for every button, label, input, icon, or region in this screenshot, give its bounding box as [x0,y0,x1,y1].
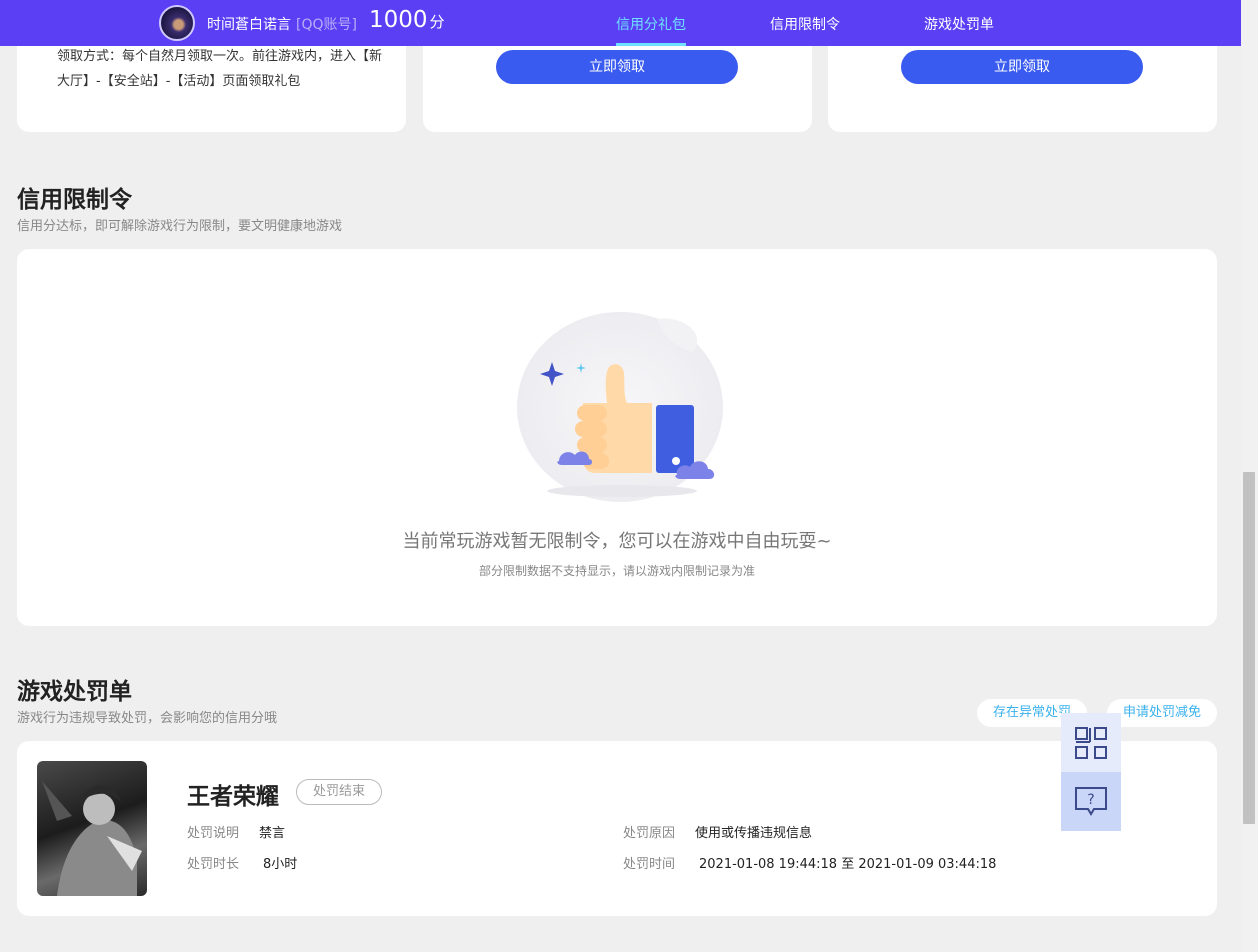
floating-tools: ? [1061,713,1121,831]
user-nickname: 时间蒼白诺言 [207,17,291,33]
empty-restriction-note: 部分限制数据不支持显示，请以游戏内限制记录为准 [478,564,755,578]
qr-code-icon [1075,726,1107,759]
scrollbar-thumb[interactable] [1243,472,1255,824]
thumbs-up-illustration [517,312,723,502]
svg-text:?: ? [1087,792,1094,808]
game-cover-image [37,761,147,896]
appeal-penalty-button[interactable]: 申请处罚减免 [1107,699,1217,727]
credit-score-value: 1000 [369,7,428,33]
tab-credit-gift[interactable]: 信用分礼包 [616,14,686,34]
penalty-desc-label: 处罚说明 [187,826,240,841]
claim-method-text: 领取方式：每个自然月领取一次。前往游戏内，进入【新大厅】-【安全站】-【活动】页… [57,49,383,89]
restriction-section-title: 信用限制令 [17,187,132,213]
penalty-record-card: 王者荣耀 处罚结束 处罚说明 禁言 处罚时长 8小时 处罚原因 使用或传播违规信… [17,741,1217,916]
penalty-section-subtitle: 游戏行为违规导致处罚，会影响您的信用分哦 [17,711,278,726]
penalty-reason-value: 使用或传播违规信息 [695,826,813,841]
account-type-label: [QQ账号] [296,17,357,33]
penalty-desc-value: 禁言 [259,826,286,841]
penalty-duration-label: 处罚时长 [187,857,240,872]
active-tab-underline [616,43,686,46]
help-chat-icon: ? [1075,786,1107,816]
game-name: 王者荣耀 [187,784,279,810]
penalty-section-title: 游戏处罚单 [17,679,132,705]
penalty-time-value: 2021-01-08 19:44:18 至 2021-01-09 03:44:1… [699,857,997,872]
tab-game-penalty[interactable]: 游戏处罚单 [924,14,994,34]
tab-credit-restriction[interactable]: 信用限制令 [770,14,840,34]
credit-score: 1000 分 [369,7,445,33]
penalty-time-label: 处罚时间 [623,857,676,872]
qr-code-button[interactable] [1061,713,1121,772]
penalty-reason-label: 处罚原因 [623,826,676,841]
penalty-duration-value: 8小时 [263,857,298,872]
claim-now-button-1[interactable]: 立即领取 [496,50,738,84]
help-feedback-button[interactable]: ? [1061,772,1121,831]
empty-restriction-message: 当前常玩游戏暂无限制令，您可以在游戏中自由玩耍~ [402,531,832,552]
penalty-status-badge: 处罚结束 [296,779,382,805]
restriction-section-subtitle: 信用分达标，即可解除游戏行为限制，要文明健康地游戏 [17,219,343,234]
user-avatar[interactable] [159,5,195,41]
credit-score-unit: 分 [429,13,445,31]
top-nav-bar: 时间蒼白诺言 [QQ账号] 1000 分 信用分礼包 信用限制令 游戏处罚单 [0,0,1241,46]
claim-now-button-2[interactable]: 立即领取 [901,50,1143,84]
game-hero-art [42,781,142,896]
restriction-empty-card: 当前常玩游戏暂无限制令，您可以在游戏中自由玩耍~ 部分限制数据不支持显示，请以游… [17,249,1217,626]
